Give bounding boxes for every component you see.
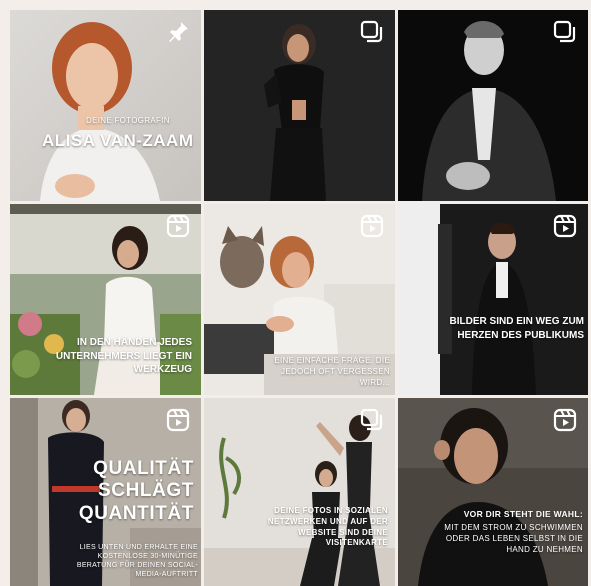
post-caption-headline: QUALITÄT SCHLÄGT QUANTITÄT: [79, 458, 194, 525]
post-caption: BILDER SIND EIN WEG ZUM HERZEN DES PUBLI…: [449, 316, 584, 341]
post-tile-2[interactable]: [204, 10, 395, 201]
post-tile-5[interactable]: EINE EINFACHE FRAGE, DIE JEDOCH OFT VERG…: [204, 204, 395, 395]
post-caption-line-2: SCHLÄGT: [97, 480, 194, 502]
carousel-icon: [553, 20, 577, 44]
post-tile-6[interactable]: BILDER SIND EIN WEG ZUM HERZEN DES PUBLI…: [398, 204, 588, 395]
post-caption-line-1: QUALITÄT: [93, 458, 194, 479]
post-tile-1[interactable]: DEINE FOTOGRAFIN ALISA VAN-ZAAM: [10, 10, 201, 201]
post-caption: VOR DIR STEHT DIE WAHL:: [463, 509, 583, 519]
post-caption: EINE EINFACHE FRAGE, DIE JEDOCH OFT VERG…: [274, 356, 390, 387]
post-tile-9[interactable]: VOR DIR STEHT DIE WAHL: MIT DEM STROM ZU…: [398, 398, 588, 586]
reel-icon: [553, 408, 577, 432]
post-caption: IN DEN HÄNDEN JEDES UNTERNEHMERS LIEGT E…: [55, 337, 192, 375]
reel-icon: [166, 214, 190, 238]
post-subtitle: DEINE FOTOGRAFIN: [86, 116, 170, 125]
pin-icon: [166, 20, 190, 44]
post-tile-8[interactable]: DEINE FOTOS IN SOZIALEN NETZWERKEN UND A…: [204, 398, 395, 586]
reel-icon: [166, 408, 190, 432]
reel-icon: [553, 214, 577, 238]
carousel-icon: [360, 408, 384, 432]
post-subcaption: LIES UNTEN UND ERHALTE EINE KOSTENLOSE 3…: [76, 544, 198, 579]
post-caption-line-3: QUANTITÄT: [78, 502, 194, 524]
profile-post-grid: DEINE FOTOGRAFIN ALISA VAN-ZAAM IN DEN H…: [10, 10, 588, 586]
post-tile-3[interactable]: [398, 10, 588, 201]
post-tile-4[interactable]: IN DEN HÄNDEN JEDES UNTERNEHMERS LIEGT E…: [10, 204, 201, 395]
carousel-icon: [360, 20, 384, 44]
post-title: ALISA VAN-ZAAM: [42, 131, 194, 150]
post-subcaption: MIT DEM STROM ZU SCHWIMMEN ODER DAS LEBE…: [444, 523, 583, 554]
post-caption: DEINE FOTOS IN SOZIALEN NETZWERKEN UND A…: [267, 506, 388, 548]
reel-icon: [360, 214, 384, 238]
post-tile-7[interactable]: QUALITÄT SCHLÄGT QUANTITÄT LIES UNTEN UN…: [10, 398, 201, 586]
